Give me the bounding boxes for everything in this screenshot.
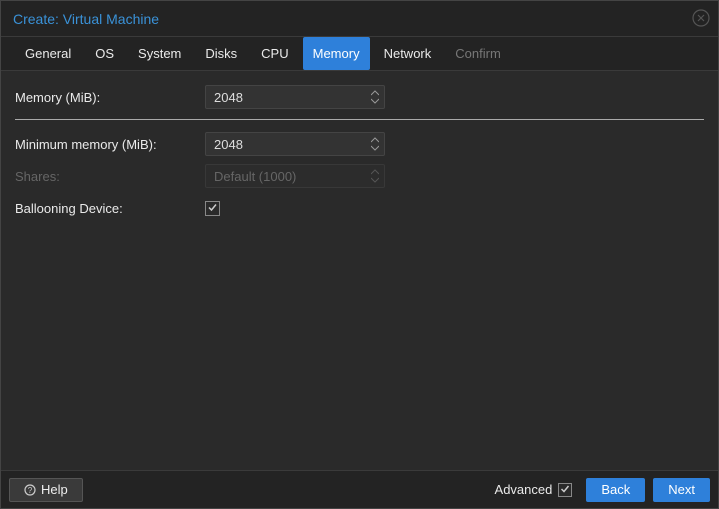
- close-icon[interactable]: [692, 9, 710, 27]
- create-vm-dialog: Create: Virtual Machine General OS Syste…: [0, 0, 719, 509]
- min-memory-row: Minimum memory (MiB): 2048: [15, 130, 704, 158]
- back-button[interactable]: Back: [586, 478, 645, 502]
- tab-network[interactable]: Network: [374, 37, 442, 70]
- tab-system[interactable]: System: [128, 37, 191, 70]
- shares-row: Shares: Default (1000): [15, 162, 704, 190]
- help-button[interactable]: ? Help: [9, 478, 83, 502]
- help-icon: ?: [24, 484, 36, 496]
- min-memory-field[interactable]: 2048: [205, 132, 385, 156]
- tab-general[interactable]: General: [15, 37, 81, 70]
- memory-section: Memory (MiB): 2048 Minimum memory (MiB):…: [15, 83, 704, 222]
- shares-label: Shares:: [15, 169, 205, 184]
- check-icon: [560, 482, 570, 497]
- titlebar: Create: Virtual Machine: [1, 1, 718, 37]
- memory-value: 2048: [206, 90, 366, 105]
- tab-confirm: Confirm: [445, 37, 511, 70]
- ballooning-checkbox[interactable]: [205, 201, 220, 216]
- advanced-toggle[interactable]: Advanced: [495, 482, 573, 497]
- ballooning-row: Ballooning Device:: [15, 194, 704, 222]
- memory-field[interactable]: 2048: [205, 85, 385, 109]
- ballooning-label: Ballooning Device:: [15, 201, 205, 216]
- tab-os[interactable]: OS: [85, 37, 124, 70]
- min-memory-value: 2048: [206, 137, 366, 152]
- advanced-label: Advanced: [495, 482, 553, 497]
- form-content: Memory (MiB): 2048 Minimum memory (MiB):…: [1, 71, 718, 470]
- spinner-arrows-icon[interactable]: [366, 137, 384, 152]
- shares-field: Default (1000): [205, 164, 385, 188]
- dialog-title: Create: Virtual Machine: [13, 11, 159, 27]
- tab-disks[interactable]: Disks: [195, 37, 247, 70]
- svg-text:?: ?: [28, 486, 33, 495]
- footer: ? Help Advanced Back Next: [1, 470, 718, 508]
- tab-memory[interactable]: Memory: [303, 37, 370, 70]
- tab-cpu[interactable]: CPU: [251, 37, 298, 70]
- wizard-tabs: General OS System Disks CPU Memory Netwo…: [1, 37, 718, 71]
- divider: [15, 119, 704, 120]
- advanced-checkbox[interactable]: [558, 483, 572, 497]
- spinner-arrows-icon[interactable]: [366, 90, 384, 105]
- memory-row: Memory (MiB): 2048: [15, 83, 704, 111]
- shares-value: Default (1000): [206, 169, 366, 184]
- memory-label: Memory (MiB):: [15, 90, 205, 105]
- next-button[interactable]: Next: [653, 478, 710, 502]
- spinner-arrows-icon: [366, 169, 384, 184]
- help-label: Help: [41, 482, 68, 497]
- check-icon: [207, 201, 218, 216]
- min-memory-label: Minimum memory (MiB):: [15, 137, 205, 152]
